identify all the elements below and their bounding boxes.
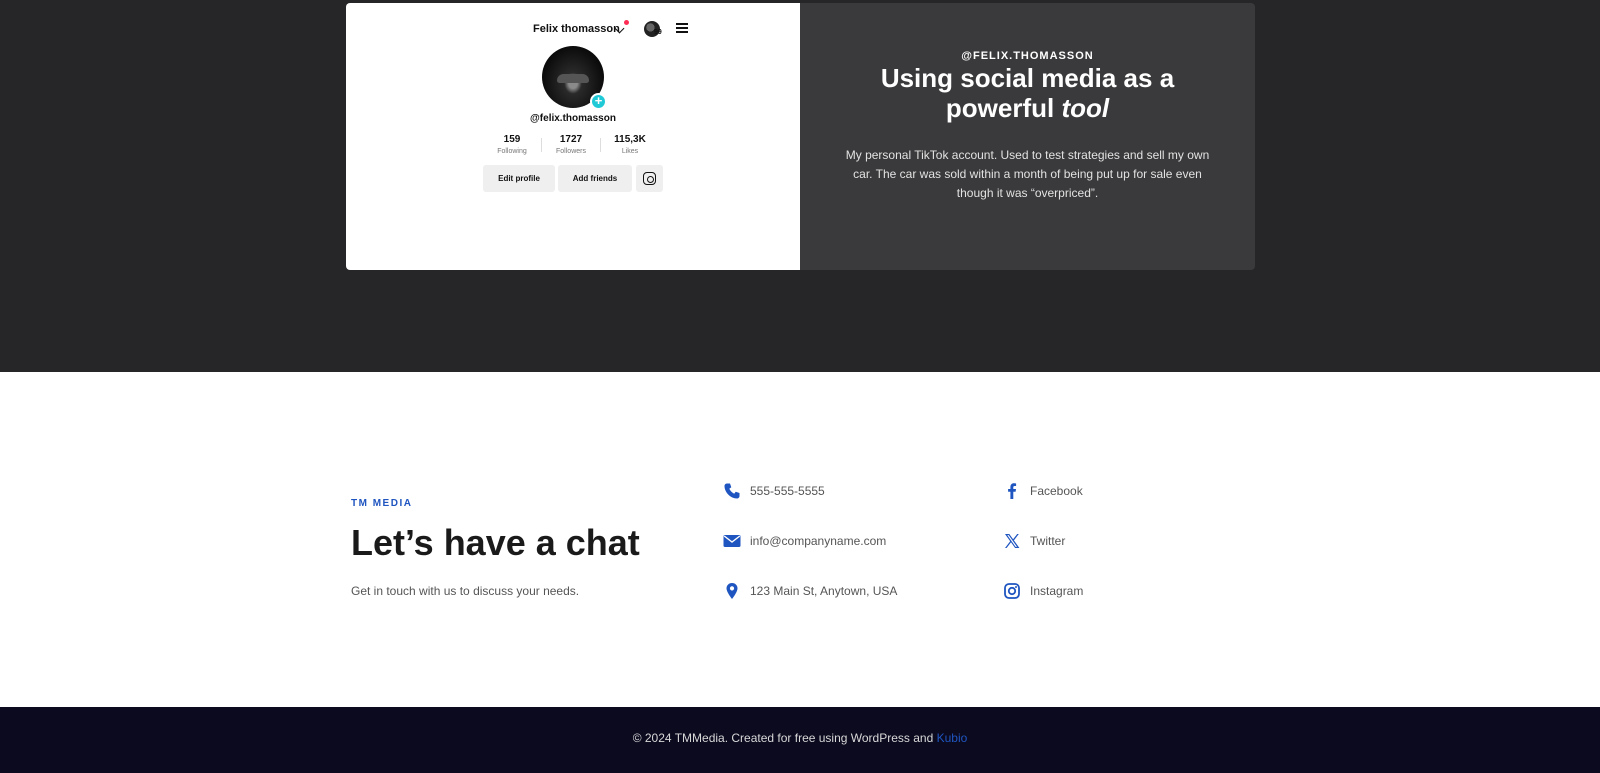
kubio-link[interactable]: Kubio <box>937 731 968 745</box>
plus-icon: + <box>590 93 607 110</box>
stat-value: 1727 <box>559 134 583 145</box>
site-footer: © 2024 TMMedia. Created for free using W… <box>0 707 1600 773</box>
phone-icon <box>724 483 740 499</box>
instagram-text: Instagram <box>1030 584 1084 598</box>
stat-value: 115,3K <box>614 134 646 145</box>
contact-subtext: Get in touch with us to discuss your nee… <box>351 584 580 598</box>
stat-following: 159 Following <box>482 134 542 155</box>
phone-text: 555-555-5555 <box>750 484 825 498</box>
showcase-section: Felix thomasson 99 + @felix.thomasson 15… <box>0 0 1600 372</box>
address-text: 123 Main St, Anytown, USA <box>750 584 898 598</box>
stat-label: Following <box>497 148 527 155</box>
stat-followers: 1727 Followers <box>541 134 601 155</box>
add-friends-button: Add friends <box>558 165 632 192</box>
instagram-icon <box>643 172 656 185</box>
stat-likes: 115,3K Likes <box>600 134 660 155</box>
tiktok-header: Felix thomasson 99 <box>346 20 800 41</box>
showcase-info: @FELIX.THOMASSON Using social media as a… <box>800 3 1255 270</box>
stat-label: Followers <box>556 148 586 155</box>
notification-count: 99 <box>654 29 662 36</box>
facebook-icon <box>1008 483 1017 499</box>
envelope-icon <box>723 535 741 547</box>
showcase-handle: @FELIX.THOMASSON <box>961 50 1094 62</box>
divider <box>600 138 601 152</box>
tiktok-profile-screenshot: Felix thomasson 99 + @felix.thomasson 15… <box>346 3 800 270</box>
divider <box>541 138 542 152</box>
tiktok-display-name: Felix thomasson <box>533 23 620 35</box>
tiktok-handle: @felix.thomasson <box>530 113 616 124</box>
showcase-card: Felix thomasson 99 + @felix.thomasson 15… <box>346 3 1255 270</box>
edit-profile-button: Edit profile <box>483 165 555 192</box>
stat-label: Likes <box>621 148 639 155</box>
facebook-text: Facebook <box>1030 484 1083 498</box>
stat-value: 159 <box>503 134 521 145</box>
car-image <box>557 74 589 83</box>
instagram-icon <box>1004 583 1020 599</box>
showcase-title: Using social media as a powerful tool <box>860 63 1195 123</box>
title-main: Using social media as a powerful <box>880 63 1175 123</box>
notification-dot <box>624 20 629 25</box>
footer-copyright-text: © 2024 TMMedia. Created for free using W… <box>632 731 934 745</box>
title-emphasis: tool <box>1061 93 1110 123</box>
hamburger-menu-icon <box>676 23 688 33</box>
footer-copyright: © 2024 TMMedia. Created for free using W… <box>0 731 1600 745</box>
showcase-description: My personal TikTok account. Used to test… <box>845 148 1210 200</box>
contact-section: TM MEDIA Let’s have a chat Get in touch … <box>0 372 1600 707</box>
email-text: info@companyname.com <box>750 534 887 548</box>
brand-eyebrow: TM MEDIA <box>351 498 413 509</box>
instagram-button <box>636 165 663 192</box>
twitter-text: Twitter <box>1030 534 1066 548</box>
map-pin-icon <box>726 583 738 599</box>
contact-heading: Let’s have a chat <box>351 522 640 563</box>
x-twitter-icon <box>1005 534 1020 548</box>
